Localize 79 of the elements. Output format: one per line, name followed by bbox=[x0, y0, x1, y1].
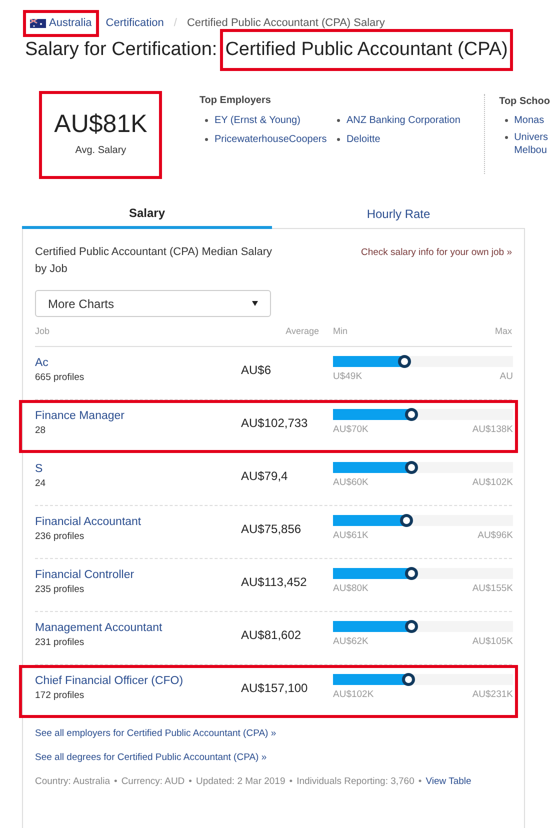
employer-link[interactable]: EY (Ernst & Young) bbox=[214, 113, 300, 128]
caret-icon bbox=[252, 301, 258, 306]
max-salary: AU$105K bbox=[472, 634, 513, 648]
min-salary: AU$61K bbox=[333, 528, 368, 542]
average-salary: AU$81,602 bbox=[241, 626, 302, 644]
max-salary: AU$155K bbox=[472, 582, 513, 596]
profile-count: 24 bbox=[35, 476, 47, 490]
max-salary: AU$231K bbox=[472, 688, 513, 702]
job-link[interactable]: S bbox=[35, 462, 241, 476]
max-salary: AU$102K bbox=[472, 476, 513, 490]
tab[interactable]: Salary bbox=[22, 199, 272, 229]
salary-label: Avg. Salary bbox=[75, 144, 126, 158]
school-link[interactable]: Monas bbox=[514, 114, 544, 127]
salary-value: AU$81K bbox=[54, 112, 148, 137]
bullet-icon bbox=[505, 136, 508, 139]
average-salary: AU$113,452 bbox=[241, 574, 308, 590]
job-link[interactable]: Management Accountant bbox=[35, 620, 241, 636]
profile-count: 236 profiles bbox=[35, 530, 86, 544]
profile-count: 235 profiles bbox=[35, 582, 86, 596]
column-header: Job bbox=[35, 325, 51, 338]
job-link[interactable]: Chief Financial Officer (CFO) bbox=[35, 674, 241, 688]
flag-icon bbox=[30, 19, 46, 28]
max-salary: AU bbox=[500, 370, 513, 384]
footer-info: Currency: AUD bbox=[121, 775, 185, 789]
average-salary: AU$102,733 bbox=[241, 414, 309, 432]
job-link[interactable]: Financial Accountant bbox=[35, 514, 241, 530]
footer-info: Country: Australia bbox=[35, 775, 110, 789]
bullet-icon bbox=[205, 119, 208, 122]
separator-dot: • bbox=[289, 775, 293, 789]
min-salary: U$49K bbox=[333, 370, 362, 384]
see-all-link[interactable]: See all employers for Certified Public Accountant (CPA) » bbox=[35, 726, 512, 741]
profile-count: 665 profiles bbox=[35, 370, 86, 384]
column-header: Average bbox=[284, 325, 320, 338]
average-salary: AU$6 bbox=[241, 362, 272, 378]
footer-info: Individuals Reporting: 3,760 bbox=[296, 775, 414, 789]
breadcrumb-link[interactable]: Certification bbox=[106, 15, 164, 32]
section-heading: Top Schoo bbox=[499, 95, 550, 109]
tab[interactable]: Hourly Rate bbox=[272, 199, 525, 229]
view-table-link[interactable]: View Table bbox=[426, 775, 472, 790]
bullet-icon bbox=[337, 119, 340, 122]
column-header: Min bbox=[333, 325, 349, 338]
page-title: Salary for Certification: bbox=[25, 38, 218, 62]
employer-link[interactable]: Deloitte bbox=[346, 132, 380, 147]
max-salary: AU$96K bbox=[478, 528, 513, 542]
panel-heading: Certified Public Accountant (CPA) Median Salary by Job bbox=[35, 245, 274, 277]
min-salary: AU$70K bbox=[333, 422, 368, 436]
page-title: Certified Public Accountant (CPA) bbox=[223, 32, 510, 68]
min-salary: AU$102K bbox=[333, 688, 374, 702]
profile-count: 231 profiles bbox=[35, 636, 86, 650]
average-salary: AU$75,856 bbox=[241, 520, 302, 538]
employer-link[interactable]: PricewaterhouseCoopers bbox=[214, 132, 327, 147]
average-salary: AU$79,4 bbox=[241, 468, 289, 484]
more-charts-dropdown[interactable]: More Charts bbox=[35, 290, 271, 317]
section-heading: Top Employers bbox=[199, 94, 272, 108]
profile-count: 28 bbox=[35, 424, 47, 438]
bullet-icon bbox=[505, 119, 508, 122]
average-salary: AU$157,100 bbox=[241, 680, 309, 696]
min-salary: AU$80K bbox=[333, 582, 368, 596]
min-salary: AU$60K bbox=[333, 476, 368, 490]
separator-dot: • bbox=[114, 775, 118, 789]
bullet-icon bbox=[337, 138, 340, 141]
column-header: Max bbox=[494, 325, 512, 338]
separator-dot: • bbox=[188, 775, 192, 789]
min-salary: AU$62K bbox=[333, 634, 368, 648]
bullet-icon bbox=[205, 138, 208, 141]
breadcrumb-current: Certified Public Accountant (CPA) Salary bbox=[186, 16, 385, 32]
separator-dot: • bbox=[418, 775, 422, 789]
profile-count: 172 profiles bbox=[35, 688, 86, 702]
school-link[interactable]: Univers Melbou bbox=[514, 131, 548, 157]
breadcrumb-link[interactable]: Australia bbox=[26, 13, 96, 34]
max-salary: AU$138K bbox=[472, 422, 513, 436]
footer-info: Updated: 2 Mar 2019 bbox=[196, 775, 286, 789]
job-link[interactable]: Financial Controller bbox=[35, 568, 241, 582]
job-link[interactable]: Ac bbox=[35, 356, 241, 370]
see-all-link[interactable]: See all degrees for Certified Public Accountant (CPA) » bbox=[35, 750, 512, 765]
employer-link[interactable]: ANZ Banking Corporation bbox=[346, 113, 460, 128]
job-link[interactable]: Finance Manager bbox=[35, 408, 241, 424]
separator: / bbox=[174, 16, 177, 32]
own-job-link[interactable]: Check salary info for your own job » bbox=[360, 246, 512, 278]
